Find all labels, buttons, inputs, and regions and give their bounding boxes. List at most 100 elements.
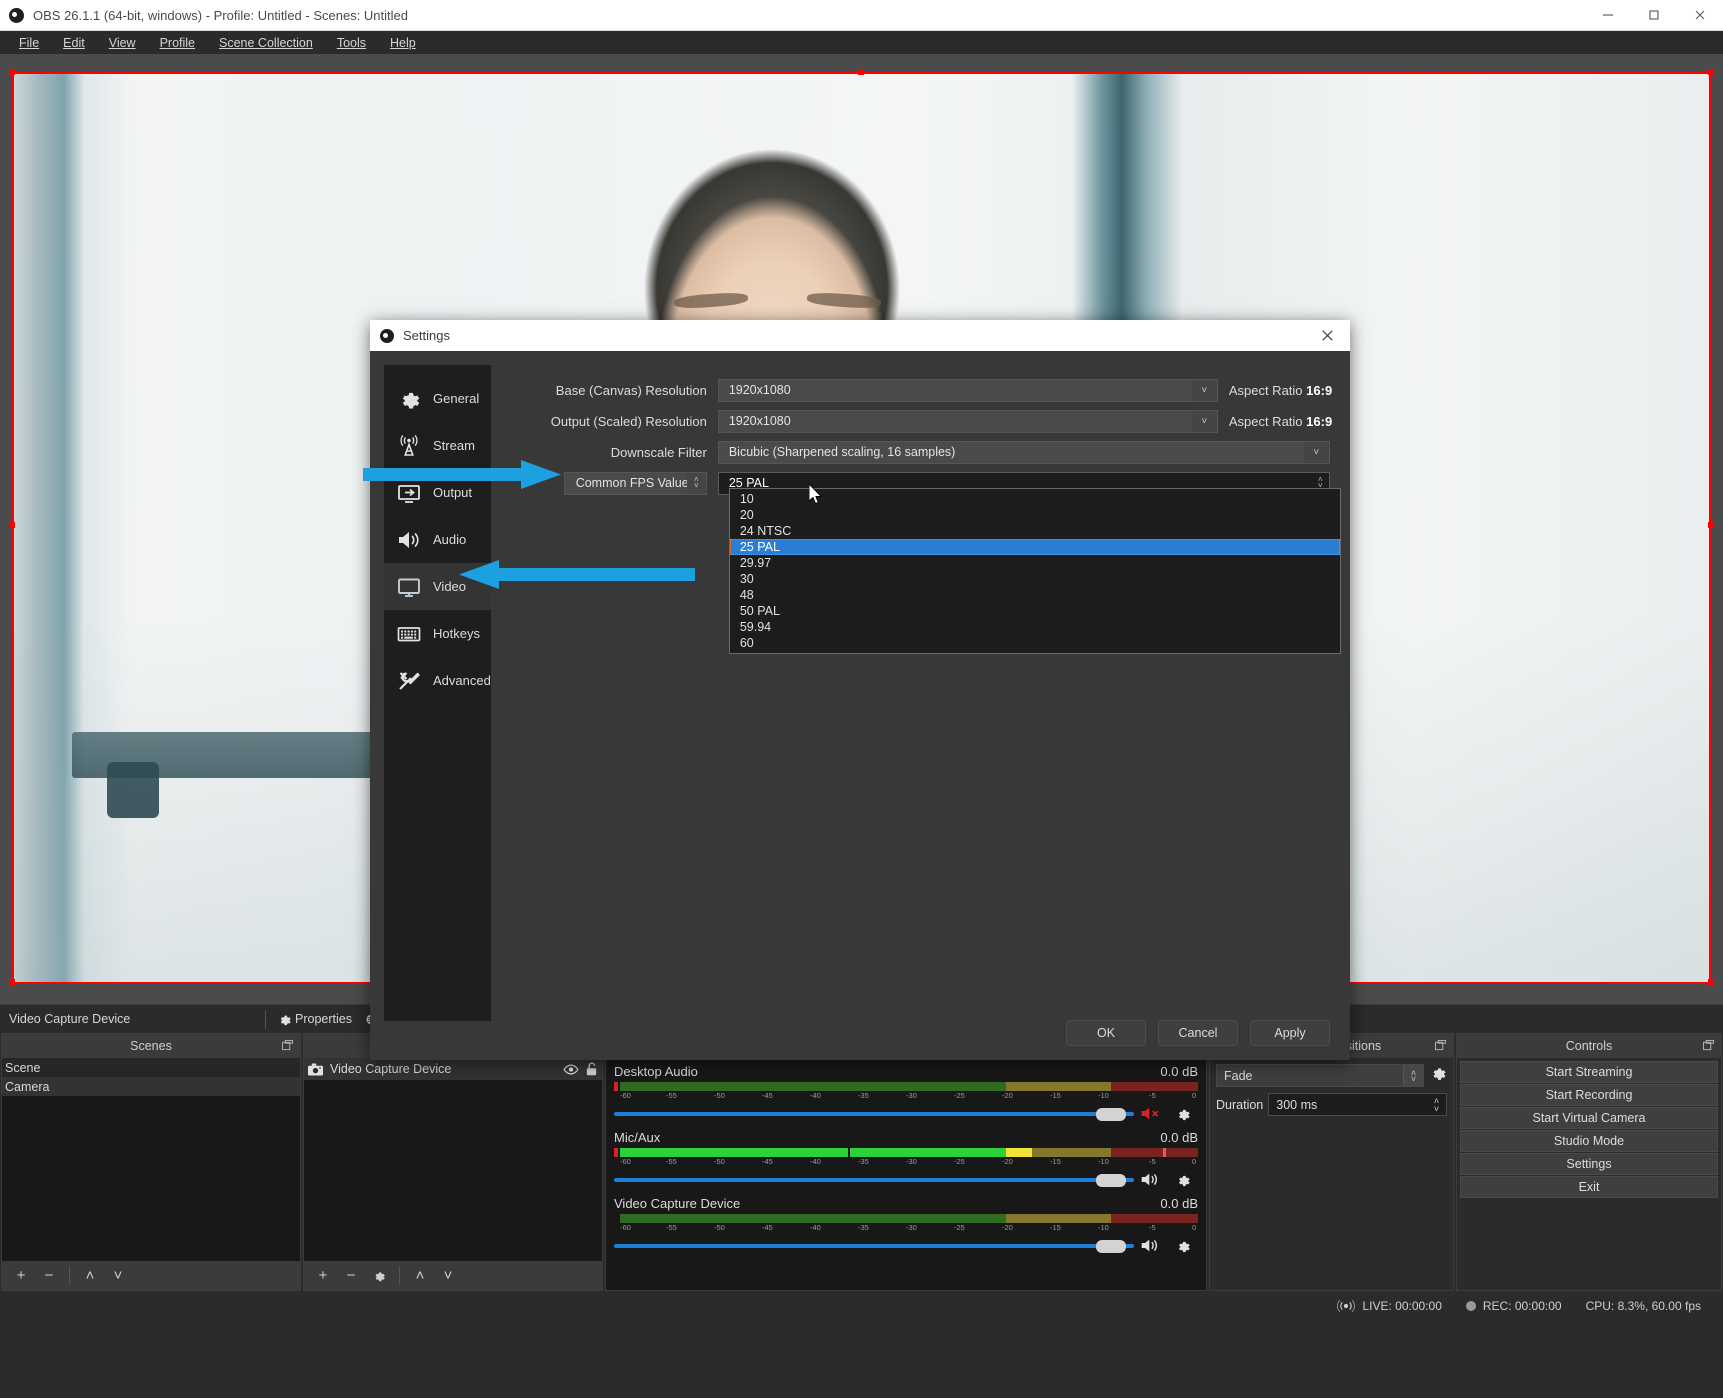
float-icon[interactable] — [1435, 1040, 1446, 1054]
close-button[interactable] — [1677, 0, 1723, 31]
resize-handle-mr[interactable] — [1708, 522, 1714, 528]
sidebar-item-stream[interactable]: Stream — [384, 422, 491, 469]
cancel-button[interactable]: Cancel — [1158, 1020, 1238, 1046]
float-icon[interactable] — [282, 1040, 293, 1054]
mute-button[interactable] — [1134, 1171, 1168, 1188]
start-streaming-button[interactable]: Start Streaming — [1460, 1061, 1718, 1083]
fps-option[interactable]: 20 — [730, 507, 1340, 523]
properties-label: Properties — [295, 1012, 352, 1026]
volume-slider[interactable] — [614, 1106, 1134, 1122]
duration-input[interactable]: 300 ms ˄˅ — [1268, 1093, 1447, 1116]
fps-option[interactable]: 60 — [730, 635, 1340, 651]
sources-list[interactable]: Video Capture Device — [304, 1058, 602, 1261]
minimize-button[interactable] — [1585, 0, 1631, 31]
exit-button[interactable]: Exit — [1460, 1176, 1718, 1198]
sidebar-item-audio[interactable]: Audio — [384, 516, 491, 563]
remove-icon[interactable]: − — [36, 1265, 62, 1287]
fps-option[interactable]: 50 PAL — [730, 603, 1340, 619]
ok-button[interactable]: OK — [1066, 1020, 1146, 1046]
fps-dropdown-list[interactable]: 10 20 24 NTSC 25 PAL 29.97 30 48 50 PAL … — [729, 488, 1341, 654]
settings-close-button[interactable] — [1304, 320, 1350, 351]
move-down-icon[interactable]: ˅ — [105, 1265, 131, 1287]
resize-handle-bl[interactable] — [9, 979, 15, 985]
scene-transitions-dock: Scene Transitions Fade ˄˅ Duration — [1209, 1033, 1454, 1291]
sidebar-item-advanced[interactable]: Advanced — [384, 657, 491, 704]
eye-icon[interactable] — [563, 1064, 579, 1075]
volume-slider[interactable] — [614, 1172, 1134, 1188]
track-settings-button[interactable] — [1168, 1172, 1198, 1188]
volume-knob[interactable] — [1096, 1174, 1126, 1187]
track-settings-button[interactable] — [1168, 1106, 1198, 1122]
fps-option[interactable]: 29.97 — [730, 555, 1340, 571]
menu-tools[interactable]: Tools — [325, 31, 378, 54]
selected-source-name: Video Capture Device — [0, 1012, 260, 1026]
scene-item-label: Camera — [5, 1080, 49, 1094]
resize-handle-br[interactable] — [1708, 979, 1714, 985]
apply-button[interactable]: Apply — [1250, 1020, 1330, 1046]
output-resolution-select[interactable]: 1920x1080 ˅ — [718, 410, 1218, 433]
move-down-icon[interactable]: ˅ — [435, 1265, 461, 1287]
sidebar-item-general[interactable]: General — [384, 375, 491, 422]
volume-knob[interactable] — [1096, 1240, 1126, 1253]
menu-view[interactable]: View — [97, 31, 148, 54]
float-icon[interactable] — [1703, 1040, 1714, 1054]
gear-icon[interactable] — [366, 1265, 392, 1287]
scene-item-camera[interactable]: Camera — [2, 1077, 300, 1096]
source-item[interactable]: Video Capture Device — [304, 1058, 602, 1080]
move-up-icon[interactable]: ˄ — [77, 1265, 103, 1287]
start-virtual-camera-button[interactable]: Start Virtual Camera — [1460, 1107, 1718, 1129]
resize-handle-tl[interactable] — [9, 69, 15, 75]
move-up-icon[interactable]: ˄ — [407, 1265, 433, 1287]
track-settings-button[interactable] — [1168, 1238, 1198, 1254]
volume-knob[interactable] — [1096, 1108, 1126, 1121]
add-icon[interactable]: + — [8, 1265, 34, 1287]
fps-option[interactable]: 59.94 — [730, 619, 1340, 635]
sidebar-item-output[interactable]: Output — [384, 469, 491, 516]
mute-button[interactable] — [1134, 1105, 1168, 1122]
track-name: Desktop Audio — [614, 1064, 698, 1079]
menu-edit[interactable]: Edit — [51, 31, 97, 54]
menu-help[interactable]: Help — [378, 31, 428, 54]
unlock-icon[interactable] — [586, 1062, 597, 1076]
fps-type-spinner-icon[interactable]: ˄˅ — [687, 473, 706, 494]
close-icon — [1693, 8, 1707, 22]
resize-handle-ml[interactable] — [9, 522, 15, 528]
output-aspect-value: 16:9 — [1306, 414, 1332, 429]
duration-stepper[interactable]: ˄˅ — [1427, 1094, 1446, 1115]
base-resolution-label: Base (Canvas) Resolution — [513, 383, 718, 398]
fps-option[interactable]: 30 — [730, 571, 1340, 587]
mute-button[interactable] — [1134, 1237, 1168, 1254]
sidebar-item-label: General — [433, 391, 479, 406]
base-resolution-select[interactable]: 1920x1080 ˅ — [718, 379, 1218, 402]
chevron-down-icon[interactable]: ˅ — [1192, 380, 1217, 401]
transition-settings-button[interactable] — [1429, 1064, 1447, 1087]
base-aspect-ratio: Aspect Ratio 16:9 — [1229, 383, 1332, 398]
menu-file[interactable]: File — [7, 31, 51, 54]
studio-mode-button[interactable]: Studio Mode — [1460, 1130, 1718, 1152]
resize-handle-tr[interactable] — [1708, 69, 1714, 75]
add-icon[interactable]: + — [310, 1265, 336, 1287]
chevron-down-icon[interactable]: ˅ — [1192, 411, 1217, 432]
settings-button[interactable]: Settings — [1460, 1153, 1718, 1175]
fps-option[interactable]: 24 NTSC — [730, 523, 1340, 539]
menu-profile[interactable]: Profile — [148, 31, 207, 54]
volume-slider[interactable] — [614, 1238, 1134, 1254]
properties-button[interactable]: Properties — [271, 1008, 358, 1031]
chevron-down-icon[interactable]: ˅ — [1304, 442, 1329, 463]
remove-icon[interactable]: − — [338, 1265, 364, 1287]
menu-scene-collection[interactable]: Scene Collection — [207, 31, 325, 54]
scene-item-scene[interactable]: Scene — [2, 1058, 300, 1077]
sidebar-item-hotkeys[interactable]: Hotkeys — [384, 610, 491, 657]
transition-spinner-icon[interactable]: ˄˅ — [1403, 1065, 1423, 1086]
downscale-filter-select[interactable]: Bicubic (Sharpened scaling, 16 samples) … — [718, 441, 1330, 464]
fps-option-selected[interactable]: 25 PAL — [730, 539, 1340, 555]
speaker-icon — [1140, 1171, 1162, 1188]
scenes-list[interactable]: Scene Camera — [2, 1058, 300, 1261]
fps-type-select[interactable]: Common FPS Values ˄˅ — [564, 472, 707, 495]
maximize-button[interactable] — [1631, 0, 1677, 31]
resize-handle-tc[interactable] — [858, 69, 864, 75]
fps-option[interactable]: 48 — [730, 587, 1340, 603]
transition-select[interactable]: Fade ˄˅ — [1216, 1064, 1424, 1087]
sidebar-item-video[interactable]: Video — [384, 563, 491, 610]
start-recording-button[interactable]: Start Recording — [1460, 1084, 1718, 1106]
